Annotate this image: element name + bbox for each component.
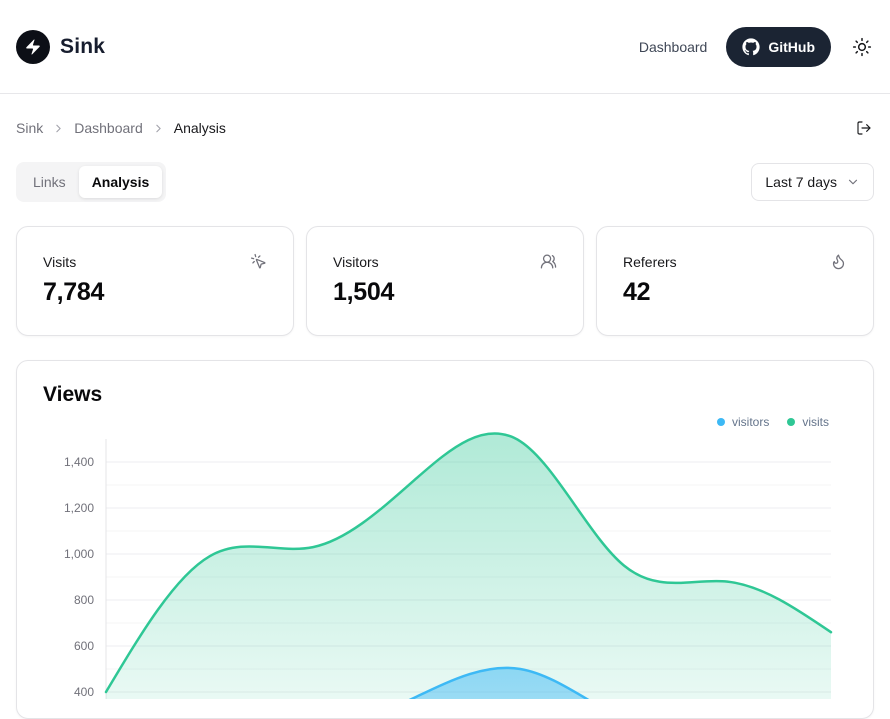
stat-label: Referers — [623, 254, 677, 270]
main-content: Sink Dashboard Analysis Links Analysis L… — [0, 116, 890, 719]
stat-label: Visitors — [333, 254, 379, 270]
legend-dot-visitors — [717, 418, 725, 426]
chevron-right-icon — [152, 122, 165, 135]
sink-logo-icon — [16, 30, 50, 64]
mouse-pointer-click-icon — [250, 253, 267, 270]
stat-card-referers: Referers 42 — [596, 226, 874, 336]
svg-text:1,000: 1,000 — [64, 547, 94, 561]
svg-text:600: 600 — [74, 639, 94, 653]
stat-value: 1,504 — [333, 278, 557, 307]
breadcrumb-dashboard[interactable]: Dashboard — [74, 120, 143, 136]
users-round-icon — [540, 253, 557, 270]
legend-label: visits — [802, 415, 829, 429]
date-range-value: Last 7 days — [765, 174, 837, 190]
tab-analysis[interactable]: Analysis — [79, 166, 163, 198]
logout-icon — [856, 120, 872, 136]
sun-icon — [852, 37, 872, 57]
nav-dashboard-link[interactable]: Dashboard — [639, 39, 708, 55]
stat-label: Visits — [43, 254, 76, 270]
legend-label: visitors — [732, 415, 769, 429]
flame-icon — [830, 253, 847, 270]
stat-card-visits: Visits 7,784 — [16, 226, 294, 336]
brand-link[interactable]: Sink — [16, 30, 105, 64]
breadcrumb: Sink Dashboard Analysis — [16, 120, 226, 136]
logout-button[interactable] — [854, 118, 874, 138]
visits-area — [106, 433, 831, 699]
svg-text:800: 800 — [74, 593, 94, 607]
breadcrumb-analysis: Analysis — [174, 120, 226, 136]
breadcrumb-sink[interactable]: Sink — [16, 120, 43, 136]
app-header: Sink Dashboard GitHub — [0, 0, 890, 94]
theme-toggle-button[interactable] — [850, 35, 874, 59]
chevron-right-icon — [52, 122, 65, 135]
chevron-down-icon — [846, 175, 860, 189]
brand-name: Sink — [60, 35, 105, 59]
github-button[interactable]: GitHub — [726, 27, 831, 67]
stat-cards: Visits 7,784 Visitors 1,504 Referers — [16, 226, 874, 336]
legend-dot-visits — [787, 418, 795, 426]
svg-text:1,400: 1,400 — [64, 455, 94, 469]
y-axis-tick-labels: 400 600 800 1,000 1,200 1,400 — [64, 455, 94, 699]
stat-value: 42 — [623, 278, 847, 307]
views-chart-card: Views visitors visits 40 — [16, 360, 874, 719]
chart-series — [106, 433, 831, 699]
date-range-select[interactable]: Last 7 days — [751, 163, 874, 201]
svg-text:1,200: 1,200 — [64, 501, 94, 515]
github-button-label: GitHub — [768, 39, 815, 55]
legend-visitors[interactable]: visitors — [717, 415, 769, 429]
tab-links[interactable]: Links — [20, 166, 79, 198]
svg-text:400: 400 — [74, 685, 94, 699]
github-icon — [742, 38, 760, 56]
stat-card-visitors: Visitors 1,504 — [306, 226, 584, 336]
legend-visits[interactable]: visits — [787, 415, 829, 429]
stat-value: 7,784 — [43, 278, 267, 307]
chart-legend: visitors visits — [717, 415, 829, 429]
tabs: Links Analysis — [16, 162, 166, 202]
area-chart-canvas[interactable]: 400 600 800 1,000 1,200 1,400 — [17, 361, 874, 699]
header-nav: Dashboard GitHub — [639, 27, 874, 67]
